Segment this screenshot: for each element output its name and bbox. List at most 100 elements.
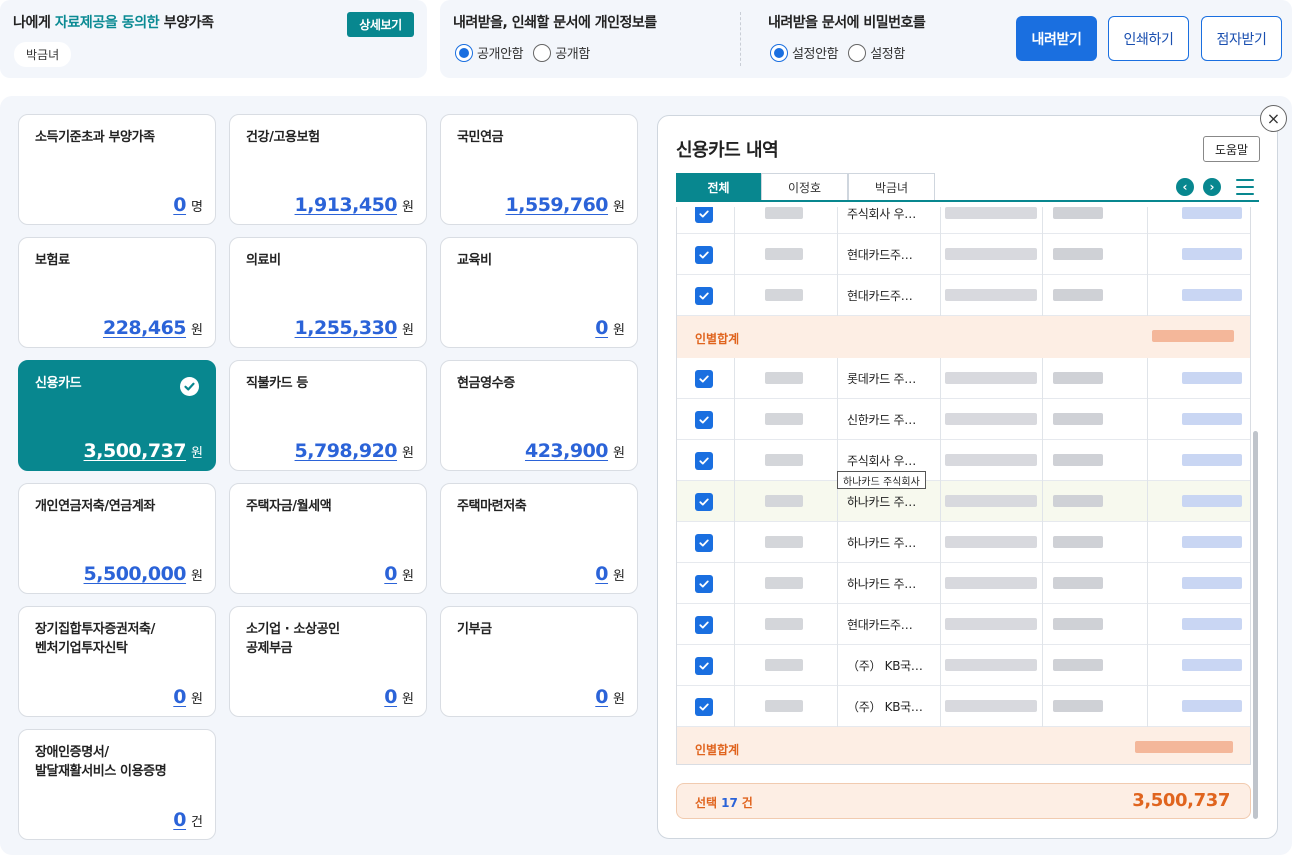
masked-value [945, 577, 1037, 589]
table-row[interactable]: 하나카드 주… [677, 522, 1250, 563]
dependent-chip[interactable]: 박금녀 [14, 42, 72, 67]
password-on-radio[interactable] [848, 43, 867, 62]
table-row[interactable]: 하나카드 주… [677, 481, 1250, 522]
card-amount-link[interactable]: 5,798,920 [295, 440, 398, 462]
card-amount-link[interactable]: 1,913,450 [295, 194, 398, 216]
card-name-tooltip: 하나카드 주식회사 [837, 471, 926, 489]
deduction-card[interactable]: 장기집합투자증권저축/ 벤처기업투자신탁 0 원 [18, 606, 216, 717]
row-checkbox[interactable] [695, 287, 713, 305]
deduction-card[interactable]: 현금영수증 423,900 원 [440, 360, 638, 471]
deduction-card[interactable]: 소득기준초과 부양가족 0 명 [18, 114, 216, 225]
card-amount-link[interactable]: 0 [173, 194, 186, 216]
braille-button[interactable]: 점자받기 [1201, 16, 1282, 61]
deduction-card[interactable]: 개인연금저축/연금계좌 5,500,000 원 [18, 483, 216, 594]
table-row[interactable]: 현대카드주… [677, 604, 1250, 645]
masked-value [765, 700, 803, 712]
card-unit: 원 [613, 569, 625, 584]
detail-button[interactable]: 상세보기 [347, 12, 414, 37]
card-title: 주택마련저축 [457, 499, 527, 514]
row-checkbox[interactable] [695, 575, 713, 593]
card-value: 0원 [595, 686, 625, 708]
card-value: 0원 [595, 317, 625, 339]
table-row[interactable]: 롯데카드 주… [677, 358, 1250, 399]
selection-summary: 선택 17 건 3,500,737 [676, 783, 1251, 819]
row-checkbox[interactable] [695, 246, 713, 264]
options-divider [740, 12, 741, 66]
print-button[interactable]: 인쇄하기 [1108, 16, 1189, 61]
row-checkbox[interactable] [695, 657, 713, 675]
card-value: 0명 [173, 194, 203, 216]
card-amount-link[interactable]: 228,465 [103, 317, 187, 339]
consent-title: 나에게 자료제공을 동의한 부양가족 [13, 15, 214, 31]
card-amount-link[interactable]: 423,900 [525, 440, 609, 462]
chevron-right-icon[interactable]: › [1203, 178, 1221, 196]
menu-icon[interactable] [1236, 179, 1254, 195]
card-amount-link[interactable]: 0 [384, 686, 397, 708]
help-button[interactable]: 도움말 [1203, 136, 1260, 162]
deduction-card[interactable]: 신용카드 3,500,737 원 [18, 360, 216, 471]
table-row[interactable]: 주식회사 우… [677, 440, 1250, 481]
table-scrollbar[interactable] [1253, 431, 1258, 819]
selected-check-icon [180, 377, 199, 396]
deduction-card[interactable]: 교육비 0 원 [440, 237, 638, 348]
row-checkbox[interactable] [695, 616, 713, 634]
deduction-card[interactable]: 주택자금/월세액 0 원 [229, 483, 427, 594]
deduction-card[interactable]: 장애인증명서/ 발달재활서비스 이용증명 0 건 [18, 729, 216, 840]
card-amount-link[interactable]: 3,500,737 [84, 440, 187, 462]
table-row[interactable]: 주식회사 우… [677, 207, 1250, 234]
privacy-show-radio[interactable] [533, 43, 552, 62]
card-amount-link[interactable]: 0 [173, 809, 186, 831]
row-checkbox[interactable] [695, 452, 713, 470]
card-amount-link[interactable]: 0 [173, 686, 186, 708]
tab-person-2[interactable]: 박금녀 [848, 173, 935, 200]
row-checkbox[interactable] [695, 370, 713, 388]
tab-all[interactable]: 전체 [676, 173, 761, 200]
card-unit: 명 [191, 200, 203, 215]
card-amount-link[interactable]: 0 [595, 563, 608, 585]
deduction-card[interactable]: 직불카드 등 5,798,920 원 [229, 360, 427, 471]
card-amount-link[interactable]: 0 [595, 317, 608, 339]
document-options: 내려받을, 인쇄할 문서에 개인정보를 공개안함 공개함 내려받을 문서에 비밀… [440, 0, 1292, 78]
table-row[interactable]: （주） KB국… [677, 686, 1250, 727]
masked-value [945, 248, 1037, 260]
download-button[interactable]: 내려받기 [1016, 16, 1097, 61]
table-row[interactable]: 하나카드 주… [677, 563, 1250, 604]
masked-value [1182, 618, 1242, 630]
card-value: 3,500,737 원 [84, 440, 203, 462]
deduction-card[interactable]: 소기업 · 소상공인 공제부금 0 원 [229, 606, 427, 717]
table-row[interactable]: 신한카드 주… [677, 399, 1250, 440]
masked-value [765, 618, 803, 630]
card-amount-link[interactable]: 1,255,330 [295, 317, 398, 339]
card-unit: 원 [402, 446, 414, 461]
masked-value [945, 495, 1037, 507]
deduction-card[interactable]: 보험료 228,465 원 [18, 237, 216, 348]
card-amount-link[interactable]: 1,559,760 [506, 194, 609, 216]
masked-value [765, 207, 803, 219]
masked-subtotal [1152, 330, 1234, 342]
row-checkbox[interactable] [695, 411, 713, 429]
row-checkbox[interactable] [695, 534, 713, 552]
card-amount-link[interactable]: 5,500,000 [84, 563, 187, 585]
password-off-radio[interactable] [770, 43, 788, 62]
card-unit: 원 [402, 569, 414, 584]
deduction-card[interactable]: 의료비 1,255,330 원 [229, 237, 427, 348]
tab-person-1[interactable]: 이정호 [761, 173, 848, 200]
table-row[interactable]: （주） KB국… [677, 645, 1250, 686]
deduction-card[interactable]: 국민연금 1,559,760 원 [440, 114, 638, 225]
masked-value [765, 372, 803, 384]
password-off-label: 설정안함 [792, 47, 839, 62]
privacy-hide-radio[interactable] [455, 43, 473, 62]
card-amount-link[interactable]: 0 [595, 686, 608, 708]
chevron-left-icon[interactable]: ‹ [1176, 178, 1194, 196]
card-unit: 원 [613, 323, 625, 338]
table-row[interactable]: 현대카드주… [677, 275, 1250, 316]
row-checkbox[interactable] [695, 207, 713, 223]
deduction-card[interactable]: 주택마련저축 0 원 [440, 483, 638, 594]
deduction-card[interactable]: 기부금 0 원 [440, 606, 638, 717]
deduction-card[interactable]: 건강/고용보험 1,913,450 원 [229, 114, 427, 225]
close-panel-button[interactable]: × [1260, 105, 1287, 132]
row-checkbox[interactable] [695, 493, 713, 511]
card-amount-link[interactable]: 0 [384, 563, 397, 585]
row-checkbox[interactable] [695, 698, 713, 716]
table-row[interactable]: 현대카드주… [677, 234, 1250, 275]
